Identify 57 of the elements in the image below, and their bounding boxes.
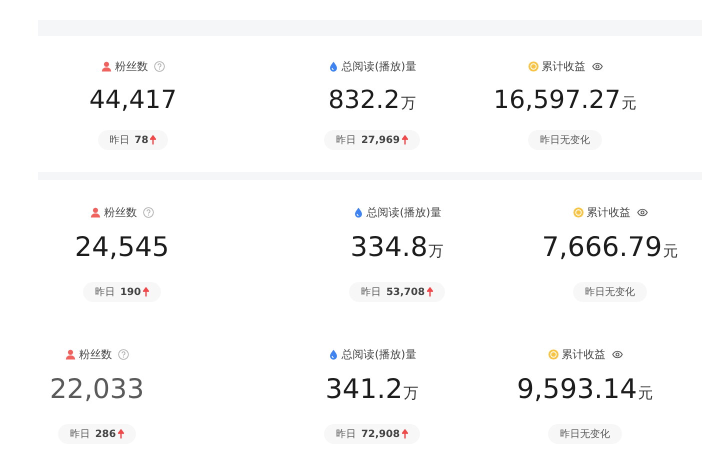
person-icon bbox=[65, 348, 76, 360]
change-value: 190 bbox=[120, 286, 141, 298]
stat-value: 16,597.27 bbox=[493, 84, 621, 116]
eye-icon[interactable] bbox=[612, 348, 622, 360]
stat-label: 累计收益 bbox=[562, 346, 606, 362]
change-label: 昨日无变化 bbox=[540, 134, 590, 147]
change-label: 昨日无变化 bbox=[585, 286, 635, 299]
change-value: 53,708 bbox=[386, 286, 425, 298]
change-label: 昨日 bbox=[336, 428, 356, 441]
change-label: 昨日 bbox=[361, 286, 382, 299]
change-label: 昨日 bbox=[336, 134, 356, 147]
arrow-up-icon bbox=[150, 135, 156, 145]
arrow-up-icon bbox=[142, 287, 149, 297]
person-icon bbox=[101, 60, 112, 72]
coin-icon bbox=[528, 60, 538, 72]
stat-label: 累计收益 bbox=[586, 204, 630, 220]
coin-icon bbox=[548, 348, 558, 360]
drop-icon bbox=[328, 60, 339, 72]
stat-value: 832.2 bbox=[328, 84, 400, 116]
stat-label: 粉丝数 bbox=[104, 204, 137, 220]
stat-label: 总阅读(播放)量 bbox=[342, 58, 416, 74]
stat-label: 粉丝数 bbox=[115, 58, 148, 74]
stat-label: 粉丝数 bbox=[79, 346, 112, 362]
stat-label: 总阅读(播放)量 bbox=[366, 204, 442, 220]
change-value: 27,969 bbox=[361, 134, 400, 146]
stat-value: 334.8 bbox=[350, 231, 428, 265]
unit-label: 万 bbox=[428, 242, 444, 261]
drop-icon bbox=[352, 206, 364, 218]
stat-value: 341.2 bbox=[325, 373, 403, 407]
arrow-up-icon bbox=[426, 287, 433, 297]
eye-icon[interactable] bbox=[592, 60, 602, 72]
change-label: 昨日无变化 bbox=[560, 428, 610, 441]
unit-label: 万 bbox=[404, 384, 419, 403]
person-icon bbox=[90, 206, 101, 218]
change-label: 昨日 bbox=[95, 286, 116, 299]
stat-value: 9,593.14 bbox=[516, 373, 638, 407]
change-label: 昨日 bbox=[110, 134, 130, 147]
coin-icon bbox=[572, 206, 584, 218]
stat-label: 总阅读(播放)量 bbox=[342, 346, 416, 362]
stat-value: 7,666.79 bbox=[542, 231, 662, 265]
drop-icon bbox=[328, 348, 339, 360]
arrow-up-icon bbox=[118, 429, 124, 439]
change-label: 昨日 bbox=[70, 428, 90, 441]
change-value: 72,908 bbox=[361, 428, 400, 440]
arrow-up-icon bbox=[402, 135, 408, 145]
stat-value: 24,545 bbox=[74, 231, 170, 265]
stat-label: 累计收益 bbox=[542, 58, 586, 74]
change-value: 78 bbox=[134, 134, 148, 146]
unit-label: 元 bbox=[663, 242, 678, 261]
unit-label: 元 bbox=[638, 384, 654, 403]
eye-icon[interactable] bbox=[636, 206, 648, 218]
stat-value: 44,417 bbox=[89, 84, 177, 116]
unit-label: 元 bbox=[622, 94, 637, 113]
arrow-up-icon bbox=[402, 429, 408, 439]
change-value: 286 bbox=[95, 428, 116, 440]
unit-label: 万 bbox=[400, 94, 416, 113]
stat-value: 22,033 bbox=[50, 373, 144, 407]
